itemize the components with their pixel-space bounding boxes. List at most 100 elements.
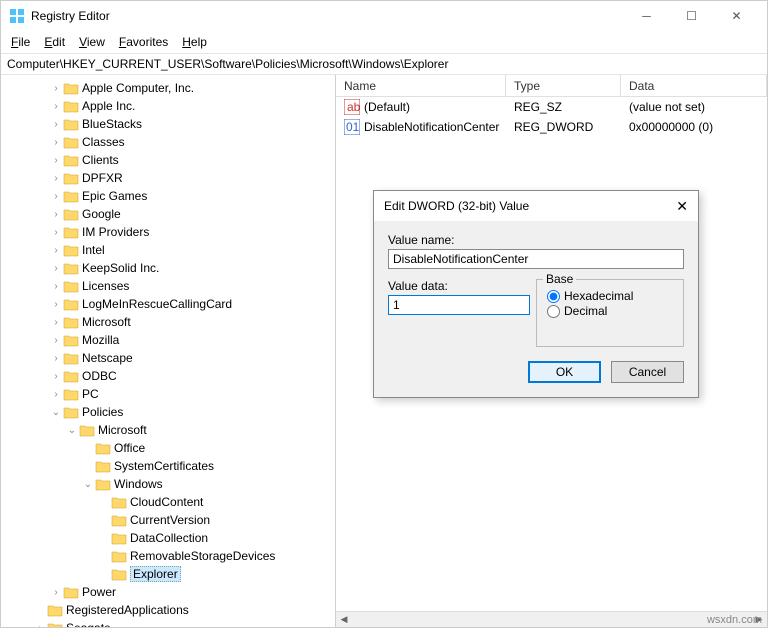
expand-icon[interactable]: › bbox=[49, 299, 63, 310]
tree-node[interactable]: Office bbox=[1, 439, 335, 457]
minimize-button[interactable]: ─ bbox=[624, 2, 669, 31]
expand-icon[interactable]: › bbox=[49, 263, 63, 274]
expand-icon[interactable]: ⌄ bbox=[49, 407, 63, 418]
tree-label: Mozilla bbox=[82, 333, 119, 347]
list-row[interactable]: ab(Default)REG_SZ(value not set) bbox=[336, 97, 767, 117]
tree-label: RemovableStorageDevices bbox=[130, 549, 275, 563]
tree-node[interactable]: ›Licenses bbox=[1, 277, 335, 295]
expand-icon[interactable]: › bbox=[49, 227, 63, 238]
tree-node[interactable]: › Clients bbox=[1, 151, 335, 169]
tree-node[interactable]: › KeepSolid Inc. bbox=[1, 259, 335, 277]
radio-dec[interactable] bbox=[547, 305, 560, 318]
tree-node[interactable]: ›Apple Computer, Inc. bbox=[1, 79, 335, 97]
folder-icon bbox=[63, 297, 79, 311]
dialog-title: Edit DWORD (32-bit) Value bbox=[384, 199, 529, 213]
tree-node[interactable]: ›IM Providers bbox=[1, 223, 335, 241]
expand-icon[interactable]: › bbox=[49, 83, 63, 94]
tree-node[interactable]: ›Netscape bbox=[1, 349, 335, 367]
tree-node[interactable]: RegisteredApplications bbox=[1, 601, 335, 619]
tree-node[interactable]: CurrentVersion bbox=[1, 511, 335, 529]
menu-file[interactable]: File bbox=[11, 35, 30, 49]
tree-label: KeepSolid Inc. bbox=[82, 261, 159, 275]
tree-node[interactable]: ⌄ Microsoft bbox=[1, 421, 335, 439]
tree-label: Clients bbox=[82, 153, 119, 167]
watermark: wsxdn.com bbox=[707, 614, 762, 626]
value-data: 0x00000000 (0) bbox=[621, 120, 767, 134]
expand-icon[interactable]: › bbox=[49, 137, 63, 148]
tree-label: CloudContent bbox=[130, 495, 203, 509]
tree-label: Office bbox=[114, 441, 145, 455]
scroll-left-icon[interactable]: ◀ bbox=[336, 612, 352, 628]
tree-node[interactable]: DataCollection bbox=[1, 529, 335, 547]
tree-node[interactable]: ›ODBC bbox=[1, 367, 335, 385]
cancel-button[interactable]: Cancel bbox=[611, 361, 684, 383]
tree-node[interactable]: ›LogMeInRescueCallingCard bbox=[1, 295, 335, 313]
folder-icon bbox=[47, 603, 63, 617]
radio-hex[interactable] bbox=[547, 290, 560, 303]
folder-icon bbox=[95, 459, 111, 473]
col-data[interactable]: Data bbox=[621, 75, 767, 96]
tree-node[interactable]: › Mozilla bbox=[1, 331, 335, 349]
tree-node[interactable]: ›Epic Games bbox=[1, 187, 335, 205]
close-button[interactable]: ✕ bbox=[714, 2, 759, 31]
tree-node[interactable]: ›Apple Inc. bbox=[1, 97, 335, 115]
tree-label: CurrentVersion bbox=[130, 513, 210, 527]
expand-icon[interactable]: › bbox=[49, 209, 63, 220]
ok-button[interactable]: OK bbox=[528, 361, 601, 383]
expand-icon[interactable]: › bbox=[49, 371, 63, 382]
expand-icon[interactable]: › bbox=[49, 389, 63, 400]
tree-node[interactable]: ›PC bbox=[1, 385, 335, 403]
svg-text:ab: ab bbox=[347, 100, 360, 114]
tree-node[interactable]: ›Classes bbox=[1, 133, 335, 151]
expand-icon[interactable]: › bbox=[49, 101, 63, 112]
horizontal-scrollbar[interactable]: ◀ ▶ bbox=[336, 611, 767, 627]
folder-icon bbox=[63, 243, 79, 257]
tree-node[interactable]: ›Intel bbox=[1, 241, 335, 259]
tree-label: Power bbox=[82, 585, 116, 599]
tree-label: Microsoft bbox=[98, 423, 147, 437]
expand-icon[interactable]: › bbox=[49, 245, 63, 256]
menu-view[interactable]: View bbox=[79, 35, 105, 49]
menu-favorites[interactable]: Favorites bbox=[119, 35, 168, 49]
folder-icon bbox=[95, 441, 111, 455]
address-bar[interactable]: Computer\HKEY_CURRENT_USER\Software\Poli… bbox=[1, 53, 767, 75]
expand-icon[interactable]: ⌄ bbox=[65, 425, 79, 436]
col-name[interactable]: Name bbox=[336, 75, 506, 96]
expand-icon[interactable]: › bbox=[49, 587, 63, 598]
tree-node[interactable]: ›Microsoft bbox=[1, 313, 335, 331]
col-type[interactable]: Type bbox=[506, 75, 621, 96]
expand-icon[interactable]: › bbox=[49, 353, 63, 364]
tree-node[interactable]: ›BlueStacks bbox=[1, 115, 335, 133]
tree-node[interactable]: ›Google bbox=[1, 205, 335, 223]
menu-help[interactable]: Help bbox=[182, 35, 207, 49]
list-row[interactable]: 011DisableNotificationCenterREG_DWORD0x0… bbox=[336, 117, 767, 137]
tree-node[interactable]: ›Seagate bbox=[1, 619, 335, 627]
expand-icon[interactable]: › bbox=[49, 191, 63, 202]
maximize-button[interactable]: ☐ bbox=[669, 2, 714, 31]
menu-edit[interactable]: Edit bbox=[44, 35, 65, 49]
tree-node[interactable]: › Power bbox=[1, 583, 335, 601]
tree-node[interactable]: CloudContent bbox=[1, 493, 335, 511]
tree-node[interactable]: › DPFXR bbox=[1, 169, 335, 187]
folder-icon bbox=[95, 477, 111, 491]
expand-icon[interactable]: › bbox=[49, 173, 63, 184]
expand-icon[interactable]: › bbox=[49, 155, 63, 166]
tree-node[interactable]: ⌄Windows bbox=[1, 475, 335, 493]
tree-label: DPFXR bbox=[82, 171, 123, 185]
tree-node[interactable]: Explorer bbox=[1, 565, 335, 583]
tree-node[interactable]: RemovableStorageDevices bbox=[1, 547, 335, 565]
expand-icon[interactable]: › bbox=[49, 335, 63, 346]
dialog-close-button[interactable]: ✕ bbox=[676, 198, 688, 215]
folder-icon bbox=[111, 549, 127, 563]
expand-icon[interactable]: › bbox=[49, 317, 63, 328]
tree-label: Policies bbox=[82, 405, 123, 419]
tree-pane[interactable]: ›Apple Computer, Inc.›Apple Inc.›BlueSta… bbox=[1, 75, 336, 627]
expand-icon[interactable]: ⌄ bbox=[81, 479, 95, 490]
tree-node[interactable]: SystemCertificates bbox=[1, 457, 335, 475]
expand-icon[interactable]: › bbox=[49, 119, 63, 130]
expand-icon[interactable]: › bbox=[33, 623, 47, 628]
folder-icon bbox=[63, 207, 79, 221]
expand-icon[interactable]: › bbox=[49, 281, 63, 292]
tree-node[interactable]: ⌄ Policies bbox=[1, 403, 335, 421]
valuedata-input[interactable] bbox=[388, 295, 530, 315]
